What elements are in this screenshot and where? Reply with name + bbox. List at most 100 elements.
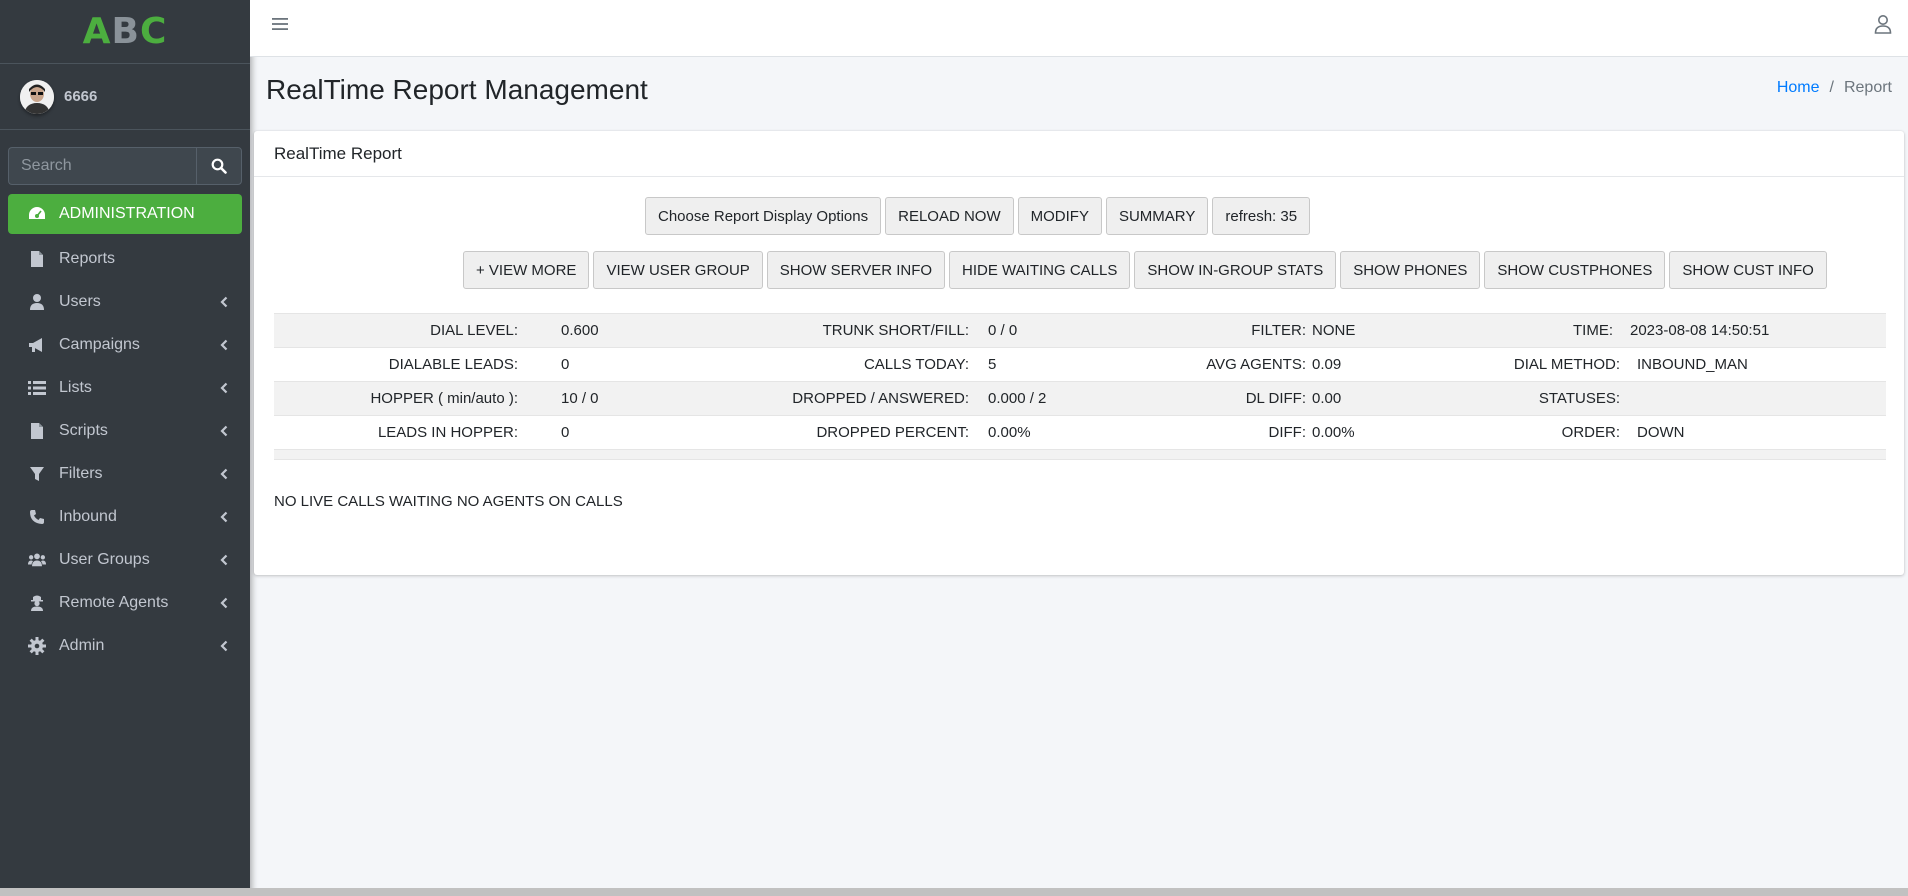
reload-now-button[interactable]: RELOAD NOW (885, 197, 1014, 235)
stat-label: DROPPED / ANSWERED: (792, 390, 969, 407)
sidebar-item-reports[interactable]: Reports (8, 237, 242, 280)
report-toggles-row: + VIEW MORE VIEW USER GROUP SHOW SERVER … (463, 251, 1827, 289)
view-user-group-button[interactable]: VIEW USER GROUP (593, 251, 763, 289)
search-button[interactable] (196, 147, 242, 185)
logo-letter-b: B (111, 11, 140, 52)
gear-icon (28, 636, 46, 655)
search-input[interactable] (8, 147, 196, 185)
breadcrumb-separator: / (1829, 79, 1834, 96)
list-icon (28, 379, 46, 397)
chevron-left-icon (220, 468, 228, 479)
table-row: DIALABLE LEADS: 0 CALLS TODAY: 5 AVG AGE… (274, 347, 1886, 381)
breadcrumb-home-link[interactable]: Home (1777, 79, 1820, 97)
stat-label: DIFF: (1268, 424, 1307, 441)
user-secret-icon (28, 594, 46, 612)
show-in-group-stats-button[interactable]: SHOW IN-GROUP STATS (1134, 251, 1337, 289)
breadcrumb-current: Report (1843, 79, 1892, 96)
modify-button[interactable]: MODIFY (1017, 197, 1102, 235)
top-navbar (250, 0, 1908, 57)
stat-label: DROPPED PERCENT: (816, 424, 969, 441)
file-icon (28, 250, 46, 268)
show-server-info-button[interactable]: SHOW SERVER INFO (766, 251, 946, 289)
show-phones-button[interactable]: SHOW PHONES (1340, 251, 1481, 289)
dashboard-icon (28, 205, 46, 223)
chevron-left-icon (220, 554, 228, 565)
sidebar-item-user-groups[interactable]: User Groups (8, 538, 242, 581)
stat-value: 0.00% (988, 424, 1031, 441)
stat-label: TRUNK SHORT/FILL: (822, 322, 969, 339)
sidebar-item-label: Lists (59, 378, 92, 396)
stat-label: DIALABLE LEADS: (388, 356, 518, 373)
sidebar-item-scripts[interactable]: Scripts (8, 409, 242, 452)
stat-label: HOPPER ( min/auto ): (370, 390, 518, 407)
file-icon (28, 422, 46, 440)
sidebar-item-label: ADMINISTRATION (59, 205, 195, 222)
avatar[interactable] (20, 79, 54, 114)
users-icon (28, 551, 46, 569)
chevron-left-icon (220, 597, 228, 608)
stat-label: DIAL LEVEL: (430, 322, 518, 339)
sidebar-item-filters[interactable]: Filters (8, 452, 242, 495)
stat-value: 2023-08-08 14:50:51 (1630, 322, 1770, 339)
user-name[interactable]: 6666 (64, 88, 97, 105)
show-cust-info-button[interactable]: SHOW CUST INFO (1669, 251, 1827, 289)
refresh-button[interactable]: refresh: 35 (1212, 197, 1311, 235)
stat-value: 0.09 (1312, 356, 1342, 373)
search-icon (211, 158, 227, 174)
brand-logo[interactable]: ABC (0, 0, 250, 64)
sidebar-item-label: Reports (59, 249, 116, 267)
breadcrumb: Home / Report (1777, 79, 1892, 97)
sidebar-item-remote-agents[interactable]: Remote Agents (8, 581, 242, 624)
table-row (274, 449, 1886, 460)
sidebar-item-inbound[interactable]: Inbound (8, 495, 242, 538)
stat-value: NONE (1312, 322, 1356, 339)
stat-value: 0.00% (1312, 424, 1355, 441)
stat-label: STATUSES: (1538, 390, 1620, 407)
sidebar-item-label: User Groups (59, 550, 150, 568)
stat-value: 0 / 0 (988, 322, 1018, 339)
stat-value: INBOUND_MAN (1637, 356, 1748, 373)
choose-report-display-options-button[interactable]: Choose Report Display Options (645, 197, 882, 235)
stat-value: DOWN (1637, 424, 1685, 441)
table-row: LEADS IN HOPPER: 0 DROPPED PERCENT: 0.00… (274, 415, 1886, 449)
phone-icon (28, 508, 46, 526)
sidebar-item-users[interactable]: Users (8, 280, 242, 323)
stat-value: 5 (988, 356, 997, 373)
chevron-left-icon (220, 382, 228, 393)
chevron-left-icon (220, 425, 228, 436)
user-icon (28, 293, 46, 311)
stat-value: 0.000 / 2 (988, 390, 1047, 407)
filter-icon (28, 465, 46, 483)
view-more-button[interactable]: + VIEW MORE (463, 251, 590, 289)
stat-value: 0.600 (561, 322, 599, 339)
sidebar-item-lists[interactable]: Lists (8, 366, 242, 409)
sidebar-search (8, 147, 242, 185)
sidebar-item-admin[interactable]: Admin (8, 624, 242, 667)
summary-button[interactable]: SUMMARY (1105, 197, 1209, 235)
table-row: HOPPER ( min/auto ): 10 / 0 DROPPED / AN… (274, 381, 1886, 415)
stat-label: FILTER: (1251, 322, 1306, 339)
table-row: DIAL LEVEL: 0.600 TRUNK SHORT/FILL: 0 / … (274, 313, 1886, 347)
stat-value: 0 (561, 424, 570, 441)
horizontal-scrollbar[interactable] (0, 888, 1908, 896)
stat-label: TIME: (1573, 322, 1613, 339)
hamburger-menu-icon[interactable] (272, 17, 288, 31)
chevron-left-icon (220, 339, 228, 350)
chevron-left-icon (220, 640, 228, 651)
stat-label: CALLS TODAY: (863, 356, 969, 373)
user-menu-icon[interactable] (1874, 14, 1892, 34)
sidebar-item-label: Users (59, 292, 101, 310)
stats-table: DIAL LEVEL: 0.600 TRUNK SHORT/FILL: 0 / … (274, 313, 1886, 460)
sidebar-item-administration[interactable]: ADMINISTRATION (8, 194, 242, 234)
stat-value: 10 / 0 (561, 390, 599, 407)
hide-waiting-calls-button[interactable]: HIDE WAITING CALLS (949, 251, 1131, 289)
sidebar-item-label: Campaigns (59, 335, 140, 353)
show-custphones-button[interactable]: SHOW CUSTPHONES (1484, 251, 1666, 289)
status-message: NO LIVE CALLS WAITING NO AGENTS ON CALLS (274, 493, 623, 510)
chevron-left-icon (220, 296, 228, 307)
bullhorn-icon (28, 336, 46, 354)
sidebar-item-campaigns[interactable]: Campaigns (8, 323, 242, 366)
user-panel: 6666 (0, 64, 250, 130)
sidebar-nav: ADMINISTRATION Reports Users Campaigns L… (8, 194, 242, 667)
page-title: RealTime Report Management (266, 74, 648, 105)
